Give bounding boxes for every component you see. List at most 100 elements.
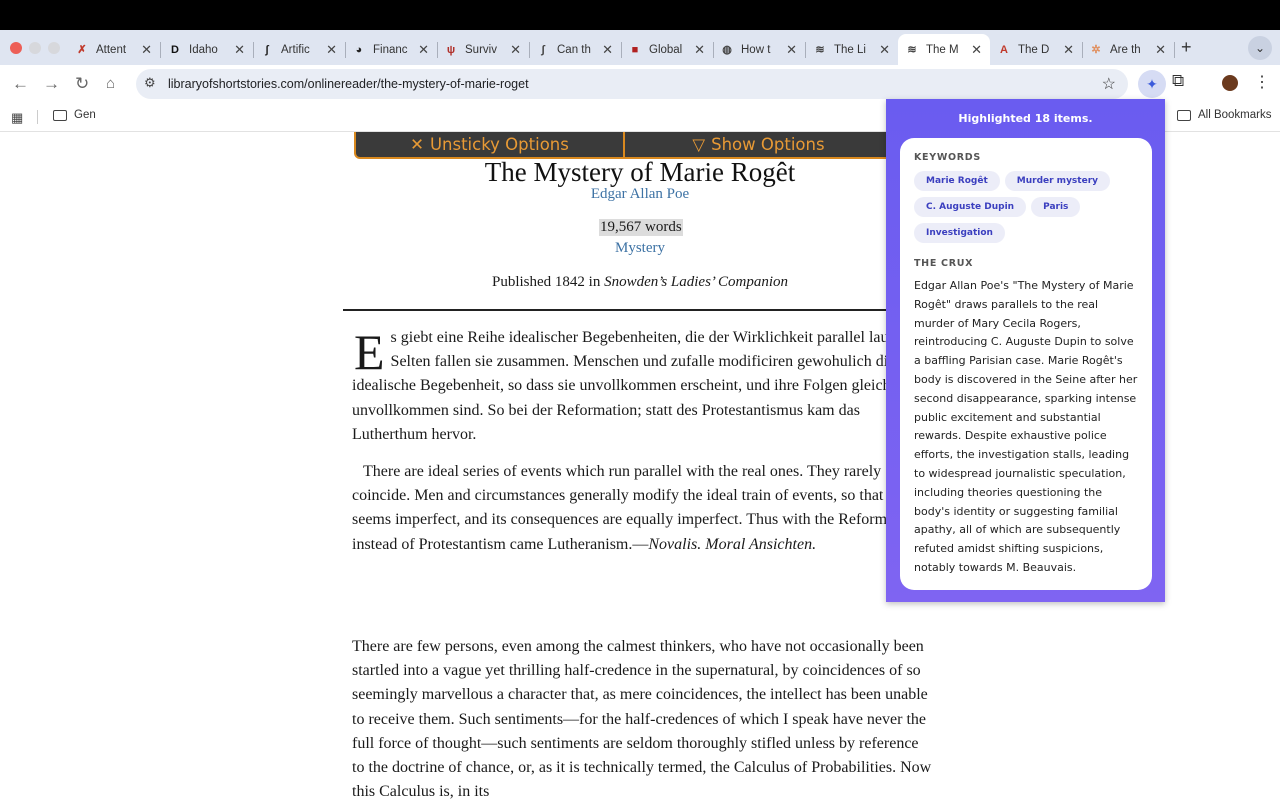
book-logo-icon: ≋ (907, 44, 917, 56)
keywords-label: KEYWORDS (914, 152, 981, 163)
options-bar: ✕ Unsticky Options ▽ Show Options (354, 132, 894, 159)
tab-8[interactable]: ◍ How t ✕ (713, 34, 806, 65)
summary-extension-panel: Highlighted 18 items. KEYWORDS Marie Rog… (886, 99, 1165, 602)
tab-close-icon[interactable]: ✕ (971, 42, 982, 58)
tab-close-icon[interactable]: ✕ (1155, 42, 1166, 58)
all-bookmarks-button[interactable]: All Bookmarks (1177, 109, 1272, 121)
maximize-window-button[interactable] (48, 42, 60, 54)
tab-title: Attent (96, 43, 127, 56)
genre-link[interactable]: Mystery (360, 240, 920, 257)
red-square-logo-icon: ■ (631, 43, 639, 56)
browser-window: ✗ Attent ✕ D Idaho ✕ ʃ Artific ✕ ◕ Financ ✕ ψ Surviv ✕… (0, 0, 1280, 800)
toolbar: ← → ↻ ⌂ ⚙ libraryofshortstories.com/onli… (0, 65, 1280, 102)
published-prefix: Published 1842 in (492, 274, 605, 290)
tab-title: How t (741, 43, 771, 56)
tab-3[interactable]: ʃ Artific ✕ (253, 34, 346, 65)
publication-name: Snowden’s Ladies’ Companion (604, 274, 788, 290)
tab-7[interactable]: ■ Global ✕ (621, 34, 714, 65)
tab-close-icon[interactable]: ✕ (418, 42, 429, 58)
extensions-icon[interactable]: ⧉ (1172, 71, 1184, 91)
top-strip (0, 0, 1280, 30)
bookmark-label: All Bookmarks (1198, 109, 1272, 121)
bookmark-label: Gen (74, 109, 96, 121)
a-logo-icon: A (1000, 43, 1008, 56)
bookmark-separator (37, 110, 38, 124)
script-logo-icon: ∫ (541, 43, 545, 56)
site-settings-icon[interactable]: ⚙ (144, 75, 156, 91)
tab-close-icon[interactable]: ✕ (786, 42, 797, 58)
book-logo-icon: ≋ (815, 44, 825, 56)
tab-search-button[interactable]: ⌄ (1248, 36, 1272, 60)
tab-title: Surviv (465, 43, 497, 56)
folder-icon (53, 109, 67, 121)
address-bar[interactable]: ⚙ libraryofshortstories.com/onlinereader… (136, 69, 1128, 99)
close-window-button[interactable] (10, 42, 22, 54)
show-label: Show Options (711, 135, 825, 154)
tab-title: Idaho (189, 43, 218, 56)
folder-icon (1177, 109, 1191, 121)
unsticky-options-button[interactable]: ✕ Unsticky Options (356, 132, 623, 157)
tab-bar: ✗ Attent ✕ D Idaho ✕ ʃ Artific ✕ ◕ Financ ✕ ψ Surviv ✕… (0, 30, 1280, 65)
apps-grid-icon[interactable]: ▦ (11, 110, 23, 126)
bookmark-folder-gen[interactable]: Gen (53, 109, 96, 121)
tab-5[interactable]: ψ Surviv ✕ (437, 34, 530, 65)
keyword-chip[interactable]: C. Auguste Dupin (914, 197, 1027, 217)
menu-icon[interactable]: ⋮ (1254, 72, 1270, 92)
home-button[interactable]: ⌂ (106, 75, 115, 92)
new-tab-button[interactable]: + (1181, 37, 1192, 58)
x-logo-icon: ✗ (77, 44, 87, 56)
tab-1[interactable]: ✗ Attent ✕ (68, 34, 161, 65)
tab-title: Can th (557, 43, 591, 56)
reload-button[interactable]: ↻ (75, 74, 89, 94)
tab-close-icon[interactable]: ✕ (141, 42, 152, 58)
tab-2[interactable]: D Idaho ✕ (161, 34, 254, 65)
tab-close-icon[interactable]: ✕ (234, 42, 245, 58)
trident-logo-icon: ψ (446, 43, 456, 56)
divider (343, 309, 933, 311)
word-count: 19,567 words (599, 219, 683, 236)
tab-4[interactable]: ◕ Financ ✕ (345, 34, 438, 65)
epigraph-citation: Novalis. Moral Ansichten. (648, 535, 817, 553)
forward-button[interactable]: → (43, 74, 60, 94)
tab-6[interactable]: ∫ Can th ✕ (529, 34, 622, 65)
profile-avatar[interactable] (1222, 75, 1238, 91)
keyword-chip[interactable]: Paris (1031, 197, 1081, 217)
tab-close-icon[interactable]: ✕ (602, 42, 613, 58)
back-button[interactable]: ← (12, 74, 29, 94)
swirl-logo-icon: ʃ (265, 43, 269, 56)
tab-11[interactable]: A The D ✕ (990, 34, 1083, 65)
summary-card: KEYWORDS Marie Rogêt Murder mystery C. Aug… (900, 138, 1152, 590)
show-options-button[interactable]: ▽ Show Options (623, 132, 892, 157)
story-author-link[interactable]: Edgar Allan Poe (360, 186, 920, 203)
extension-puzzle-icon[interactable]: ✦ (1138, 70, 1166, 98)
bookmark-star-icon[interactable]: ☆ (1102, 74, 1116, 94)
unsticky-label: Unsticky Options (429, 135, 569, 154)
keyword-chip[interactable]: Investigation (914, 223, 1005, 243)
world-icon: ◍ (722, 44, 732, 56)
minimize-window-button[interactable] (29, 42, 41, 54)
tab-close-icon[interactable]: ✕ (879, 42, 890, 58)
globe-logo-icon: ◕ (355, 43, 363, 56)
paragraph-text: There are ideal series of events which r… (352, 463, 924, 553)
tab-close-icon[interactable]: ✕ (1063, 42, 1074, 58)
tab-title: Artific (281, 43, 310, 56)
paragraph-epigraph-english: There are ideal series of events which r… (352, 460, 932, 557)
triangle-down-icon: ▽ (692, 135, 706, 154)
close-icon: ✕ (410, 135, 424, 154)
tab-close-icon[interactable]: ✕ (510, 42, 521, 58)
url-text: libraryofshortstories.com/onlinereader/t… (168, 77, 529, 91)
keyword-chip[interactable]: Marie Rogêt (914, 171, 1000, 191)
sparkle-icon: ✲ (1091, 44, 1101, 56)
paragraph-body: There are few persons, even among the ca… (352, 638, 932, 800)
tab-12[interactable]: ✲ Are th ✕ (1082, 34, 1175, 65)
paragraph-epigraph-german: Es giebt eine Reihe idealischer Begebenh… (352, 326, 932, 447)
publication-info: Published 1842 in Snowden’s Ladies’ Comp… (360, 274, 920, 291)
tab-title: The Li (834, 43, 866, 56)
tab-title: The D (1018, 43, 1050, 56)
tab-close-icon[interactable]: ✕ (694, 42, 705, 58)
story-title: The Mystery of Marie Rogêt (484, 157, 796, 187)
tab-close-icon[interactable]: ✕ (326, 42, 337, 58)
tab-9[interactable]: ≋ The Li ✕ (806, 34, 899, 65)
tab-10[interactable]: ≋ The M ✕ (898, 34, 990, 65)
keyword-chip[interactable]: Murder mystery (1004, 171, 1110, 191)
